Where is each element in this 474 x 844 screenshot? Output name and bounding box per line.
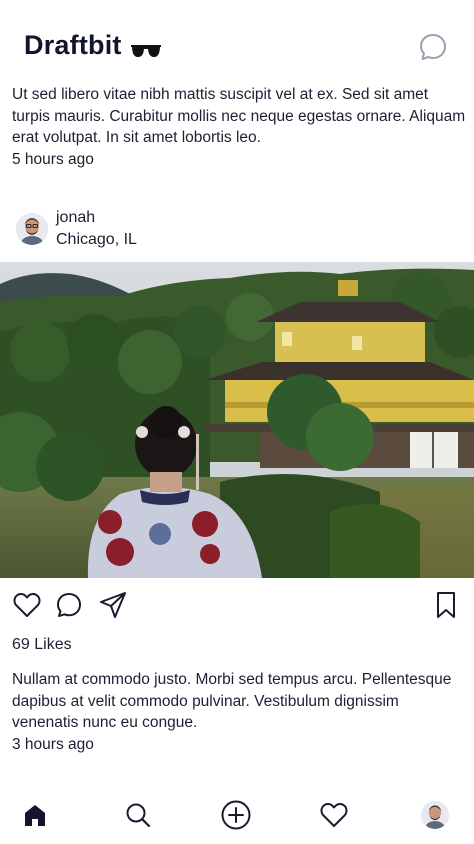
previous-post-caption: Ut sed libero vitae nibh mattis suscipit… (12, 86, 466, 146)
sunglasses-icon (130, 37, 162, 57)
profile-avatar[interactable] (418, 798, 452, 832)
plus-circle-icon[interactable] (219, 798, 253, 832)
bottom-tab-bar (0, 788, 474, 844)
avatar[interactable] (16, 213, 48, 245)
post-photo[interactable] (0, 262, 474, 578)
brand: Draftbit (24, 30, 162, 61)
post-caption-block: Nullam at commodo justo. Morbi sed tempu… (12, 669, 468, 755)
post-caption: Nullam at commodo justo. Morbi sed tempu… (12, 671, 452, 731)
bookmark-icon[interactable] (429, 588, 463, 622)
author-name[interactable]: jonah (56, 207, 137, 229)
app-title: Draftbit (24, 30, 122, 60)
heart-icon[interactable] (10, 588, 44, 622)
activity-heart-icon[interactable] (317, 798, 351, 832)
comment-icon[interactable] (52, 588, 86, 622)
likes-count[interactable]: 69 Likes (12, 634, 72, 656)
post-actions (0, 588, 474, 628)
author-location: Chicago, IL (56, 231, 137, 248)
avatar (421, 801, 449, 829)
send-icon[interactable] (96, 588, 130, 622)
post-time: 3 hours ago (12, 735, 94, 753)
home-icon[interactable] (18, 798, 52, 832)
app-header: Draftbit (0, 0, 474, 82)
author-meta: jonah Chicago, IL (56, 207, 137, 251)
post-author[interactable]: jonah Chicago, IL (16, 206, 137, 252)
search-icon[interactable] (121, 798, 155, 832)
previous-post-time: 5 hours ago (12, 150, 94, 168)
previous-post-caption-block: Ut sed libero vitae nibh mattis suscipit… (12, 84, 468, 170)
chat-bubble-icon[interactable] (418, 32, 448, 62)
